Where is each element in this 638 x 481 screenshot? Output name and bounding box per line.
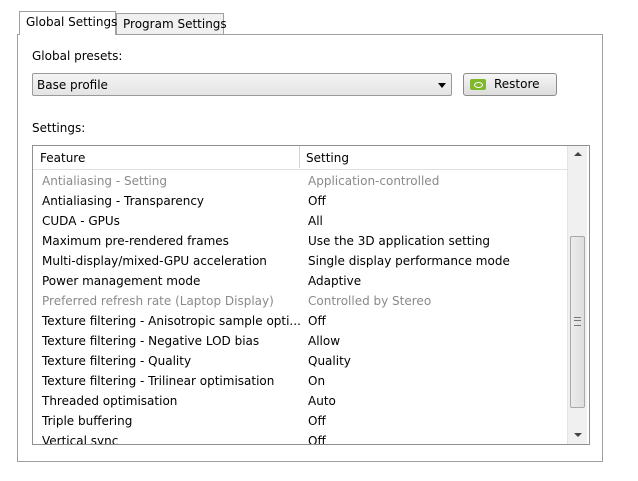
setting-cell[interactable]: Quality — [308, 351, 351, 371]
settings-row[interactable]: Texture filtering - Anisotropic sample o… — [33, 311, 567, 331]
setting-cell[interactable]: Use the 3D application setting — [308, 231, 490, 251]
feature-cell: Texture filtering - Negative LOD bias — [42, 334, 260, 348]
feature-cell: Texture filtering - Trilinear optimisati… — [42, 374, 275, 388]
setting-cell[interactable]: Application-controlled — [308, 171, 439, 191]
feature-cell: Antialiasing - Transparency — [42, 194, 205, 208]
feature-cell: CUDA - GPUs — [42, 214, 120, 228]
feature-cell: Maximum pre-rendered frames — [42, 234, 229, 248]
setting-cell[interactable]: Auto — [308, 391, 336, 411]
settings-label: Settings: — [32, 121, 86, 135]
feature-cell: Power management mode — [42, 274, 201, 288]
setting-cell[interactable]: Single display performance mode — [308, 251, 510, 271]
global-settings-panel: Global presets: Base profile Restore Set… — [17, 34, 603, 462]
tab-global-settings[interactable]: Global Settings — [19, 11, 117, 35]
setting-cell[interactable]: Allow — [308, 331, 340, 351]
feature-cell: Vertical sync — [42, 434, 119, 445]
column-header-setting[interactable]: Setting — [306, 151, 349, 165]
feature-cell: Texture filtering - Anisotropic sample o… — [42, 314, 301, 328]
settings-row[interactable]: Antialiasing - Transparency Off — [33, 191, 567, 211]
column-divider[interactable] — [299, 146, 300, 168]
settings-row[interactable]: Power management mode Adaptive — [33, 271, 567, 291]
settings-list-header: Feature Setting — [33, 146, 567, 170]
arrow-up-icon[interactable] — [568, 146, 587, 163]
settings-row[interactable]: CUDA - GPUs All — [33, 211, 567, 231]
chevron-down-icon — [438, 83, 446, 88]
setting-cell[interactable]: Off — [308, 431, 326, 444]
setting-cell[interactable]: Off — [308, 411, 326, 431]
feature-cell: Triple buffering — [42, 414, 133, 428]
settings-row[interactable]: Threaded optimisation Auto — [33, 391, 567, 411]
settings-row[interactable]: Preferred refresh rate (Laptop Display) C… — [33, 291, 567, 311]
setting-cell[interactable]: All — [308, 211, 323, 231]
restore-button[interactable]: Restore — [463, 73, 557, 96]
setting-cell[interactable]: Adaptive — [308, 271, 361, 291]
setting-cell[interactable]: On — [308, 371, 325, 391]
nvidia-logo-icon — [470, 79, 486, 90]
feature-cell: Threaded optimisation — [42, 394, 178, 408]
scrollbar-thumb[interactable] — [570, 236, 585, 408]
settings-row[interactable]: Multi-display/mixed-GPU acceleration Sing… — [33, 251, 567, 271]
feature-cell: Multi-display/mixed-GPU acceleration — [42, 254, 267, 268]
settings-row[interactable]: Texture filtering - Negative LOD bias All… — [33, 331, 567, 351]
settings-list[interactable]: Feature Setting Antialiasing - Setting Ap… — [32, 145, 590, 445]
global-presets-dropdown[interactable]: Base profile — [32, 73, 452, 96]
settings-row[interactable]: Vertical sync Off — [33, 431, 567, 445]
settings-row[interactable]: Texture filtering - Trilinear optimisati… — [33, 371, 567, 391]
settings-row[interactable]: Maximum pre-rendered frames Use the 3D ap… — [33, 231, 567, 251]
restore-button-label: Restore — [494, 77, 540, 91]
feature-cell: Preferred refresh rate (Laptop Display) — [42, 294, 274, 308]
feature-cell: Antialiasing - Setting — [42, 174, 167, 188]
setting-cell[interactable]: Controlled by Stereo — [308, 291, 431, 311]
settings-row[interactable]: Texture filtering - Quality Quality — [33, 351, 567, 371]
grip-icon — [574, 317, 581, 326]
feature-cell: Texture filtering - Quality — [42, 354, 192, 368]
settings-row[interactable]: Triple buffering Off — [33, 411, 567, 431]
column-header-feature[interactable]: Feature — [40, 151, 85, 165]
vertical-scrollbar[interactable] — [567, 146, 587, 444]
settings-rows: Antialiasing - Setting Application-contro… — [33, 171, 567, 445]
global-presets-value: Base profile — [37, 78, 108, 92]
setting-cell[interactable]: Off — [308, 191, 326, 211]
arrow-down-icon[interactable] — [568, 427, 587, 444]
tab-program-settings[interactable]: Program Settings — [116, 13, 227, 34]
setting-cell[interactable]: Off — [308, 311, 326, 331]
global-presets-label: Global presets: — [32, 49, 123, 63]
settings-row[interactable]: Antialiasing - Setting Application-contro… — [33, 171, 567, 191]
